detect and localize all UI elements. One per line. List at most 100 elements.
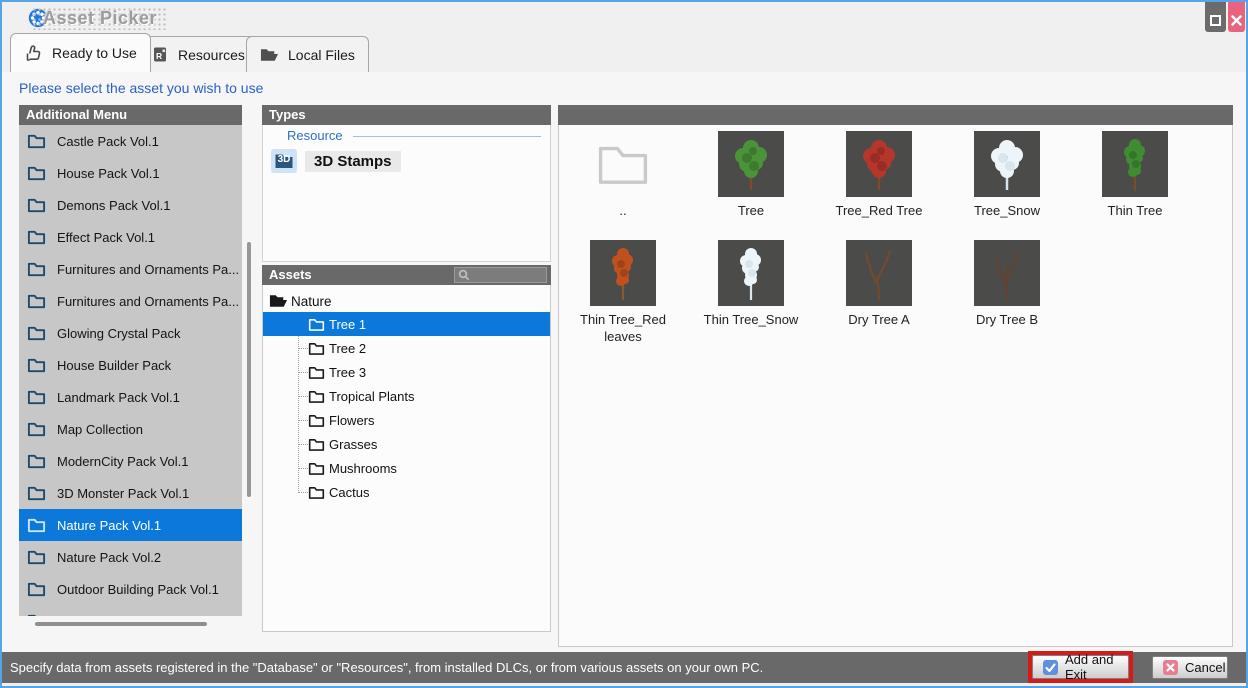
- menu-item[interactable]: Castle Pack Vol.1: [19, 125, 242, 157]
- menu-item[interactable]: Nature Pack Vol.2: [19, 541, 242, 573]
- tree-thumbnail: [974, 131, 1040, 197]
- folder-icon: [27, 389, 46, 405]
- grid-item-tree-red[interactable]: Tree_Red Tree: [815, 131, 943, 219]
- tree-item[interactable]: Tree 2: [263, 336, 550, 360]
- tree-item[interactable]: Cactus: [263, 480, 550, 504]
- menu-item[interactable]: ModernCity Pack Vol.1: [19, 445, 242, 477]
- cancel-button-label: Cancel: [1185, 660, 1225, 675]
- type-item-3d-stamps[interactable]: 3D 3D Stamps: [271, 149, 401, 173]
- grid-item-thin-tree-red[interactable]: Thin Tree_Red leaves: [559, 240, 687, 345]
- folder-icon: [308, 485, 325, 500]
- menu-item[interactable]: Furnitures and Ornaments Pa...: [19, 253, 242, 285]
- types-header: Types: [262, 105, 551, 125]
- tree-item[interactable]: Tropical Plants: [263, 384, 550, 408]
- grid-item-dry-tree-b[interactable]: Dry Tree B: [943, 240, 1071, 328]
- folder-icon: [308, 317, 325, 332]
- tab-ready-to-use[interactable]: Ready to Use: [10, 33, 151, 72]
- folder-icon: [308, 413, 325, 428]
- maximize-icon: [1210, 15, 1221, 26]
- folder-icon: [27, 485, 46, 501]
- tab-label: Local Files: [288, 47, 355, 63]
- resource-group-label: Resource: [287, 128, 343, 143]
- tree-item[interactable]: Mushrooms: [263, 456, 550, 480]
- menu-item[interactable]: 3D Monster Pack Vol.1: [19, 477, 242, 509]
- folder-icon: [27, 325, 46, 341]
- tree-item-selected[interactable]: Tree 1: [263, 312, 550, 336]
- menu-item[interactable]: Map Collection: [19, 413, 242, 445]
- menu-item[interactable]: Outdoor Building Pack Vol.1: [19, 573, 242, 605]
- close-icon: [1231, 15, 1242, 26]
- menu-item[interactable]: House Builder Pack: [19, 349, 242, 381]
- folder-icon: [27, 549, 46, 565]
- tree-thumbnail: [718, 240, 784, 306]
- menu-item[interactable]: Effect Pack Vol.1: [19, 221, 242, 253]
- title-pattern: Asset Picker: [32, 7, 168, 30]
- maximize-button[interactable]: [1205, 2, 1226, 32]
- tree-branch: [299, 348, 308, 349]
- tree-branch: [299, 396, 308, 397]
- menu-item[interactable]: Demons Pack Vol.1: [19, 189, 242, 221]
- thumbs-up-icon: [24, 44, 43, 63]
- tree-branch: [299, 492, 308, 493]
- tree-item[interactable]: Grasses: [263, 432, 550, 456]
- assets-search-input[interactable]: [454, 267, 547, 283]
- folder-icon: [308, 341, 325, 356]
- grid-item-thin-tree-snow[interactable]: Thin Tree_Snow: [687, 240, 815, 328]
- check-icon: [1043, 660, 1058, 675]
- tree-branch: [299, 372, 308, 373]
- types-panel: Resource 3D 3D Stamps: [262, 125, 551, 262]
- additional-menu-header: Additional Menu: [19, 105, 242, 125]
- status-message: Specify data from assets registered in t…: [10, 660, 763, 675]
- close-button[interactable]: [1228, 2, 1245, 32]
- x-icon: [1163, 660, 1178, 675]
- tab-resources[interactable]: R Resources: [138, 36, 259, 72]
- grid-item-dry-tree-a[interactable]: Dry Tree A: [815, 240, 943, 328]
- folder-icon: [308, 461, 325, 476]
- add-and-exit-button[interactable]: Add and Exit: [1032, 655, 1129, 679]
- menu-item[interactable]: House Pack Vol.1: [19, 157, 242, 189]
- folder-icon: [27, 421, 46, 437]
- folder-icon: [27, 357, 46, 373]
- tree-branch: [299, 468, 308, 469]
- folder-icon: [27, 293, 46, 309]
- resources-icon: R: [152, 46, 169, 63]
- menu-item[interactable]: Landmark Pack Vol.1: [19, 381, 242, 413]
- 3d-stamps-icon: 3D: [271, 149, 297, 173]
- grid-item-thin-tree[interactable]: Thin Tree: [1071, 131, 1199, 219]
- red-highlight-box: Add and Exit: [1028, 651, 1133, 683]
- open-folder-icon: [260, 47, 279, 63]
- folder-icon: [27, 261, 46, 277]
- grid-item-parent-folder[interactable]: ..: [559, 131, 687, 219]
- tree-branch: [299, 444, 308, 445]
- menu-horizontal-scrollbar[interactable]: [35, 622, 207, 626]
- parent-folder-icon: [595, 141, 651, 187]
- tree-root-nature[interactable]: Nature: [263, 290, 550, 312]
- type-item-label: 3D Stamps: [305, 151, 401, 172]
- tree-branch: [299, 324, 308, 325]
- titlebar: Asset Picker: [2, 2, 1246, 33]
- instruction-text: Please select the asset you wish to use: [19, 80, 263, 96]
- open-folder-icon: [269, 293, 288, 309]
- tab-label: Ready to Use: [52, 45, 137, 61]
- asset-picker-window: Asset Picker Ready to Use R Resources Lo…: [0, 0, 1248, 688]
- tree-item[interactable]: Tree 3: [263, 360, 550, 384]
- tree-branch: [299, 420, 308, 421]
- tree-item[interactable]: Flowers: [263, 408, 550, 432]
- grid-item-tree-snow[interactable]: Tree_Snow: [943, 131, 1071, 219]
- cancel-button[interactable]: Cancel: [1152, 656, 1228, 679]
- folder-icon: [27, 517, 46, 533]
- menu-item-selected[interactable]: Nature Pack Vol.1: [19, 509, 242, 541]
- menu-item[interactable]: Furnitures and Ornaments Pa...: [19, 285, 242, 317]
- menu-item-partial[interactable]: [19, 605, 242, 616]
- tab-label: Resources: [178, 47, 245, 63]
- tree-thumbnail: [1102, 131, 1168, 197]
- tab-local-files[interactable]: Local Files: [246, 36, 369, 72]
- asset-grid: .. Tree Tree_Red Tree Tree: [558, 125, 1233, 647]
- folder-icon: [308, 437, 325, 452]
- folder-icon: [27, 229, 46, 245]
- grid-item-tree[interactable]: Tree: [687, 131, 815, 219]
- menu-item[interactable]: Glowing Crystal Pack: [19, 317, 242, 349]
- folder-icon: [27, 133, 46, 149]
- additional-menu-list: Castle Pack Vol.1 House Pack Vol.1 Demon…: [19, 125, 242, 616]
- menu-vertical-scrollbar[interactable]: [247, 242, 251, 497]
